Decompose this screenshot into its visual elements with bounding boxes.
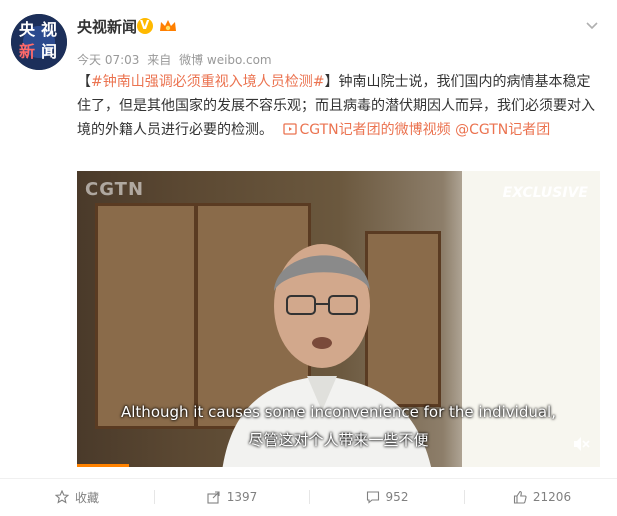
subtitle-chinese: 尽管这对个人带来一些不便 bbox=[248, 431, 429, 449]
post-time[interactable]: 今天 07:03 bbox=[77, 53, 139, 67]
like-button[interactable]: 21206 bbox=[465, 482, 617, 512]
star-icon bbox=[54, 490, 69, 504]
repost-count: 1397 bbox=[226, 490, 258, 504]
post-content: 【#钟南山强调必须重视入境人员检测#】钟南山院士说，我们国内的病情基本稳定住了，… bbox=[77, 70, 597, 142]
exclusive-badge: EXCLUSIVE bbox=[502, 185, 588, 201]
subtitle-english: Although it causes some inconvenience fo… bbox=[121, 403, 556, 421]
like-count: 21206 bbox=[532, 490, 572, 504]
account-name[interactable]: 央视新闻 bbox=[77, 16, 137, 37]
video-progress-bar[interactable] bbox=[77, 464, 130, 467]
bracket-open: 【 bbox=[77, 74, 91, 90]
favorite-label: 收藏 bbox=[74, 490, 99, 505]
source-prefix: 来自 bbox=[147, 53, 172, 67]
repost-button[interactable]: 1397 bbox=[155, 482, 309, 512]
mention-link[interactable]: @CGTN记者团 bbox=[455, 122, 550, 138]
chevron-down-icon[interactable] bbox=[585, 18, 599, 32]
hashtag-link[interactable]: #钟南山强调必须重视入境人员检测# bbox=[91, 74, 324, 90]
thumbs-up-icon bbox=[513, 490, 527, 504]
repost-icon bbox=[207, 491, 220, 504]
avatar-char-3: 新 bbox=[19, 42, 36, 61]
bookshelf bbox=[95, 203, 197, 429]
avatar-char-4: 闻 bbox=[41, 42, 58, 61]
comment-count: 952 bbox=[385, 490, 409, 504]
member-crown-icon bbox=[160, 20, 176, 31]
window-light bbox=[462, 171, 600, 467]
mute-icon[interactable] bbox=[572, 435, 590, 453]
cgtn-watermark: CGTN bbox=[85, 179, 145, 200]
post-meta: 今天 07:03 来自 微博 weibo.com bbox=[77, 51, 276, 68]
verified-icon bbox=[137, 18, 153, 34]
avatar-char-2: 视 bbox=[41, 20, 58, 39]
video-player[interactable]: CGTN EXCLUSIVE Although it causes some i… bbox=[77, 171, 600, 467]
comment-icon bbox=[366, 491, 379, 504]
bracket-close: 】 bbox=[324, 74, 339, 90]
video-link-text: CGTN记者团的微博视频 bbox=[299, 122, 451, 138]
action-bar-divider bbox=[0, 478, 617, 479]
comment-button[interactable]: 952 bbox=[310, 482, 464, 512]
post-source[interactable]: 微博 weibo.com bbox=[179, 53, 272, 67]
favorite-button[interactable]: 收藏 bbox=[0, 482, 154, 512]
video-link[interactable]: CGTN记者团的微博视频 bbox=[277, 122, 455, 138]
avatar-char-1: 央 bbox=[19, 20, 36, 39]
account-avatar[interactable]: 央 视 新 闻 bbox=[11, 14, 67, 70]
video-link-icon bbox=[283, 123, 298, 135]
